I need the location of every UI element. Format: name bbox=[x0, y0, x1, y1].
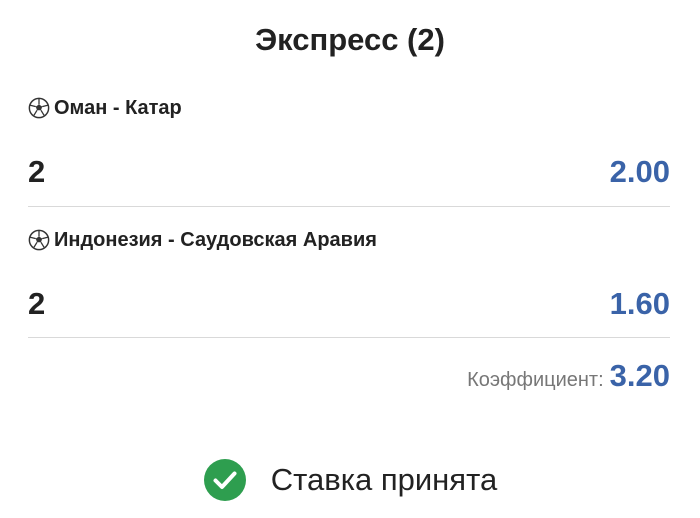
match-header: Оман - Катар bbox=[28, 95, 670, 121]
check-circle-icon bbox=[203, 459, 246, 501]
divider bbox=[28, 206, 670, 207]
soccer-ball-icon bbox=[28, 97, 50, 119]
bet-slip: Экспресс (2) Оман - Катар 2 2.00 Индонез… bbox=[0, 0, 700, 518]
bet-outcome: 2 bbox=[28, 286, 46, 321]
page-title: Экспресс (2) bbox=[255, 22, 445, 57]
bet-item: Индонезия - Саудовская Аравия 2 1.60 bbox=[28, 227, 670, 322]
coefficient-value: 3.20 bbox=[609, 358, 670, 393]
bet-item: Оман - Катар 2 2.00 bbox=[28, 95, 670, 190]
bet-outcome: 2 bbox=[28, 154, 46, 189]
total-coefficient: Коэффициент: 3.20 bbox=[467, 358, 670, 394]
match-header: Индонезия - Саудовская Аравия bbox=[28, 227, 670, 253]
bet-odds: 2.00 bbox=[609, 154, 670, 189]
bet-odds: 1.60 bbox=[609, 286, 670, 321]
coefficient-label: Коэффициент: bbox=[467, 369, 604, 391]
bet-row: 2 1.60 bbox=[28, 286, 670, 322]
bet-status: Ставка принята bbox=[0, 458, 700, 502]
soccer-ball-icon bbox=[28, 229, 50, 251]
bet-row: 2 2.00 bbox=[28, 154, 670, 190]
match-name: Оман - Катар bbox=[54, 96, 182, 119]
divider bbox=[28, 337, 670, 338]
match-name: Индонезия - Саудовская Аравия bbox=[54, 228, 377, 251]
status-text: Ставка принята bbox=[270, 462, 498, 497]
